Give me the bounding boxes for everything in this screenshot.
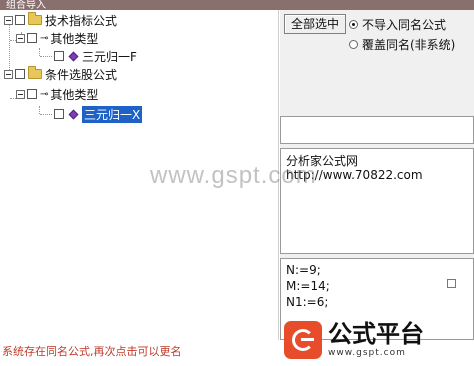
radio-label: 不导入同名公式 [362, 18, 447, 32]
code-line: N1:=6; [286, 295, 329, 309]
tree-node-label: 其他类型 [50, 31, 99, 46]
logo-title: 公式平台 [328, 320, 424, 348]
status-message: 系统存在同名公式,再次点击可以更名 [0, 341, 282, 363]
collapse-icon[interactable] [16, 33, 25, 43]
watermark-url: www.gspt.com [150, 162, 317, 189]
tree-node-label-selected: 三元归一X [82, 105, 143, 123]
tree-node-other-type-2[interactable]: ⊸ 其他类型 [16, 86, 98, 102]
tree-node-other-type-1[interactable]: ⊸ 其他类型 [16, 30, 98, 46]
tree-node-sanyuan-f[interactable]: 三元归一F [54, 48, 137, 64]
folder-icon [28, 12, 42, 25]
tree-node-label: 三元归一F [82, 49, 137, 64]
logo-icon [284, 321, 322, 359]
watermark-logo: 公式平台 www.gspt.com [284, 314, 474, 366]
logo-url: www.gspt.com [328, 348, 406, 358]
collapse-icon[interactable] [4, 15, 13, 25]
code-line: N:=9; [286, 263, 321, 277]
tree-node-sanyuan-x[interactable]: 三元归一X [54, 105, 143, 123]
window-title: 组合导入 [6, 0, 46, 10]
tree-checkbox[interactable] [15, 15, 25, 25]
formula-icon [68, 51, 79, 61]
empty-info-field [280, 116, 474, 144]
folder-icon [28, 66, 42, 79]
tree-node-label: 技术指标公式 [45, 13, 118, 28]
key-icon: ⊸ [40, 88, 48, 100]
tree-node-tech-indicator[interactable]: 技术指标公式 [4, 12, 117, 28]
tree-checkbox[interactable] [54, 51, 64, 61]
window-titlebar: 组合导入 [0, 0, 474, 10]
key-icon: ⊸ [40, 32, 48, 44]
tree-checkbox[interactable] [27, 89, 37, 99]
tree-node-stock-selection[interactable]: 条件选股公式 [4, 66, 117, 82]
collapse-icon[interactable] [16, 89, 25, 99]
tree-checkbox[interactable] [15, 69, 25, 79]
radio-indicator[interactable] [349, 40, 358, 49]
collapse-icon[interactable] [4, 69, 13, 79]
tree-checkbox[interactable] [54, 109, 64, 119]
tree-node-label: 其他类型 [50, 87, 99, 102]
tree-node-label: 条件选股公式 [45, 67, 118, 82]
radio-no-import[interactable]: 不导入同名公式 [349, 16, 446, 33]
radio-label: 覆盖同名(非系统) [362, 38, 456, 52]
radio-indicator[interactable] [349, 20, 358, 29]
formula-icon [68, 109, 79, 119]
select-all-button[interactable]: 全部选中 [284, 14, 346, 34]
code-line: M:=14; [286, 279, 330, 293]
code-checkbox[interactable] [447, 279, 456, 288]
radio-overwrite[interactable]: 覆盖同名(非系统) [349, 36, 455, 53]
tree-checkbox[interactable] [27, 33, 37, 43]
